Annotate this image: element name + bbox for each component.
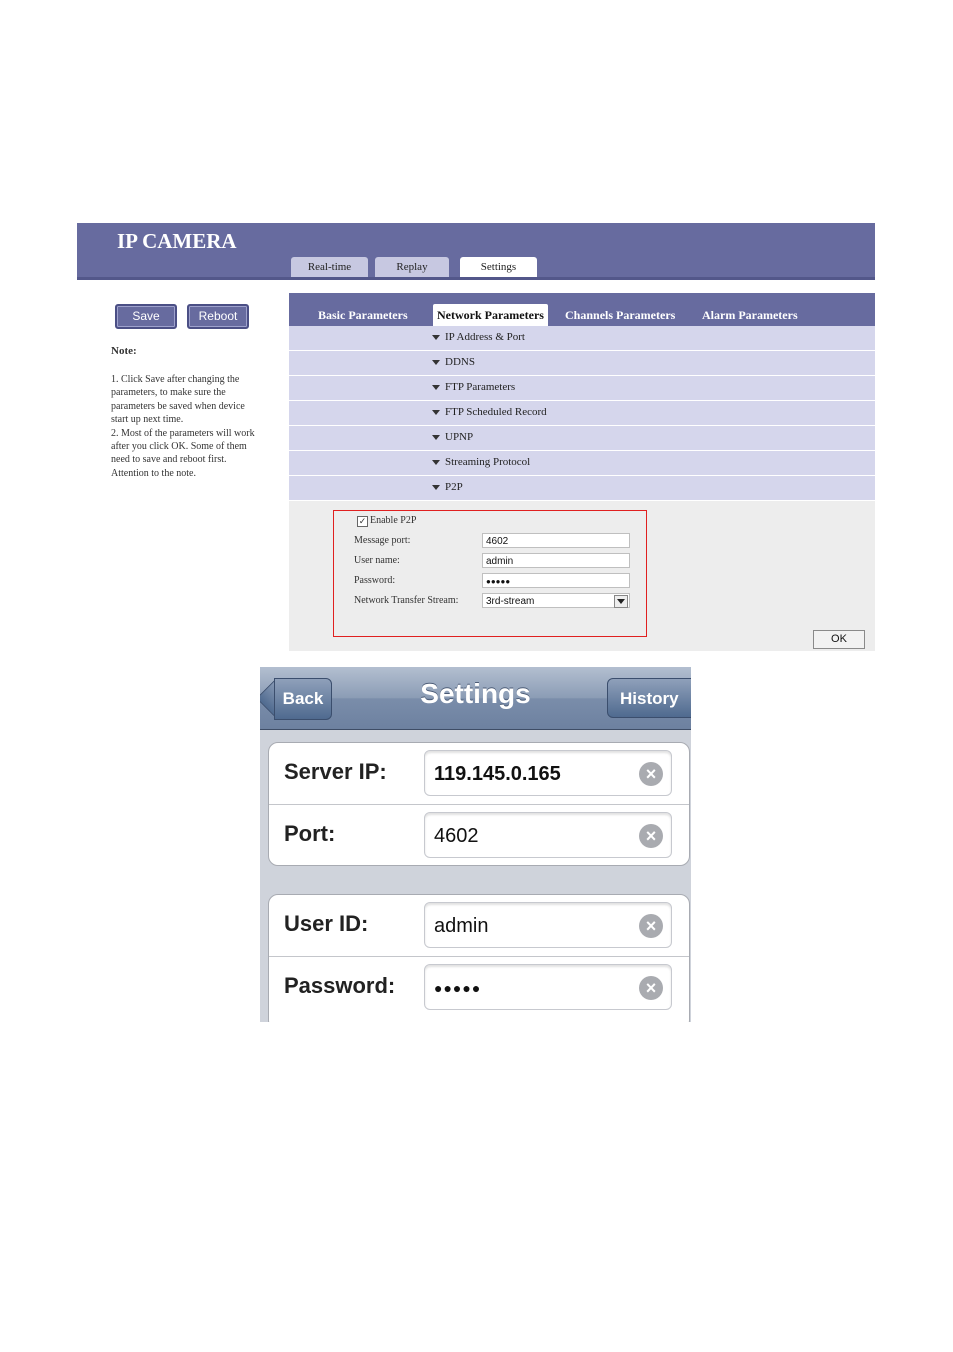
save-button[interactable]: Save xyxy=(115,304,177,329)
parameter-tabbar: Basic Parameters Network Parameters Chan… xyxy=(289,293,875,326)
password-label: Password: xyxy=(354,575,396,586)
tab-alarm-parameters[interactable]: Alarm Parameters xyxy=(702,304,798,326)
triangle-down-icon xyxy=(432,460,440,465)
stream-selected-value: 3rd-stream xyxy=(486,596,535,607)
server-settings-group: Server IP: 119.145.0.165 × Port: 4602 × xyxy=(268,742,690,866)
account-settings-group: User ID: admin × Password: ●●●●● × xyxy=(268,894,690,1022)
history-button[interactable]: History xyxy=(607,678,691,718)
triangle-down-icon xyxy=(432,385,440,390)
server-ip-value: 119.145.0.165 xyxy=(434,763,561,785)
tab-channels-parameters[interactable]: Channels Parameters xyxy=(565,304,675,326)
triangle-down-icon xyxy=(432,360,440,365)
port-row: Port: 4602 × xyxy=(269,804,689,865)
note-text: 1. Click Save after changing the paramet… xyxy=(111,374,255,479)
port-value: 4602 xyxy=(434,825,479,847)
app-title: IP CAMERA xyxy=(117,229,237,253)
section-streaming-protocol[interactable]: Streaming Protocol xyxy=(289,451,875,476)
password-row: Password: ●●●●● × xyxy=(269,956,689,1017)
enable-p2p-label: Enable P2P xyxy=(370,515,417,526)
section-label: FTP Scheduled Record xyxy=(445,406,547,418)
section-label: DDNS xyxy=(445,356,475,368)
tab-basic-parameters[interactable]: Basic Parameters xyxy=(318,304,408,326)
section-label: IP Address & Port xyxy=(445,331,525,343)
password-value: ●●●●● xyxy=(434,980,482,996)
settings-panel: Basic Parameters Network Parameters Chan… xyxy=(289,293,875,651)
message-port-label: Message port: xyxy=(354,535,411,546)
triangle-down-icon xyxy=(432,485,440,490)
user-id-value: admin xyxy=(434,915,489,937)
section-label: FTP Parameters xyxy=(445,381,516,393)
clear-x-icon[interactable]: × xyxy=(639,824,663,848)
section-p2p[interactable]: P2P xyxy=(289,476,875,501)
user-name-input[interactable]: admin xyxy=(482,553,630,568)
section-ip-address-port[interactable]: IP Address & Port xyxy=(289,326,875,351)
network-transfer-stream-label: Network Transfer Stream: xyxy=(354,595,459,606)
tab-replay[interactable]: Replay xyxy=(375,257,449,277)
ok-button[interactable]: OK xyxy=(813,630,865,649)
p2p-settings-box: ✓ Enable P2P Message port: 4602 User nam… xyxy=(333,510,647,637)
user-id-input[interactable]: admin × xyxy=(424,902,672,948)
user-name-label: User name: xyxy=(354,555,400,566)
web-header: IP CAMERA Real-time Replay Settings xyxy=(77,223,875,277)
server-ip-row: Server IP: 119.145.0.165 × xyxy=(269,743,689,803)
user-id-row: User ID: admin × xyxy=(269,895,689,955)
triangle-down-icon xyxy=(432,435,440,440)
clear-x-icon[interactable]: × xyxy=(639,914,663,938)
server-ip-label: Server IP: xyxy=(284,759,387,784)
reboot-button[interactable]: Reboot xyxy=(187,304,249,329)
section-label: P2P xyxy=(445,481,463,493)
section-label: UPNP xyxy=(445,431,474,443)
tab-settings[interactable]: Settings xyxy=(460,257,537,277)
iphone-settings-screen: Back Settings History Server IP: 119.145… xyxy=(260,667,691,1022)
triangle-down-icon xyxy=(432,335,440,340)
password-label: Password: xyxy=(284,973,396,998)
network-transfer-stream-select[interactable]: 3rd-stream xyxy=(482,593,630,608)
section-ftp-scheduled-record[interactable]: FTP Scheduled Record xyxy=(289,401,875,426)
section-ftp-parameters[interactable]: FTP Parameters xyxy=(289,376,875,401)
section-ddns[interactable]: DDNS xyxy=(289,351,875,376)
clear-x-icon[interactable]: × xyxy=(639,762,663,786)
section-upnp[interactable]: UPNP xyxy=(289,426,875,451)
section-label: Streaming Protocol xyxy=(445,456,531,468)
chevron-down-icon[interactable] xyxy=(614,595,628,608)
password-input[interactable]: ●●●●● xyxy=(482,573,630,588)
user-id-label: User ID: xyxy=(284,911,369,936)
message-port-input[interactable]: 4602 xyxy=(482,533,630,548)
navigation-bar: Back Settings History xyxy=(260,667,691,730)
enable-p2p-checkbox[interactable]: ✓ xyxy=(357,516,368,527)
password-input[interactable]: ●●●●● × xyxy=(424,964,672,1010)
port-label: Port: xyxy=(284,821,336,846)
clear-x-icon[interactable]: × xyxy=(639,976,663,1000)
tab-network-parameters[interactable]: Network Parameters xyxy=(433,304,548,326)
note-title: Note: xyxy=(111,345,137,357)
port-input[interactable]: 4602 × xyxy=(424,812,672,858)
triangle-down-icon xyxy=(432,410,440,415)
server-ip-input[interactable]: 119.145.0.165 × xyxy=(424,750,672,796)
ip-camera-web-settings: IP CAMERA Real-time Replay Settings Save… xyxy=(77,223,875,651)
tab-real-time[interactable]: Real-time xyxy=(291,257,368,277)
header-divider xyxy=(77,277,875,280)
